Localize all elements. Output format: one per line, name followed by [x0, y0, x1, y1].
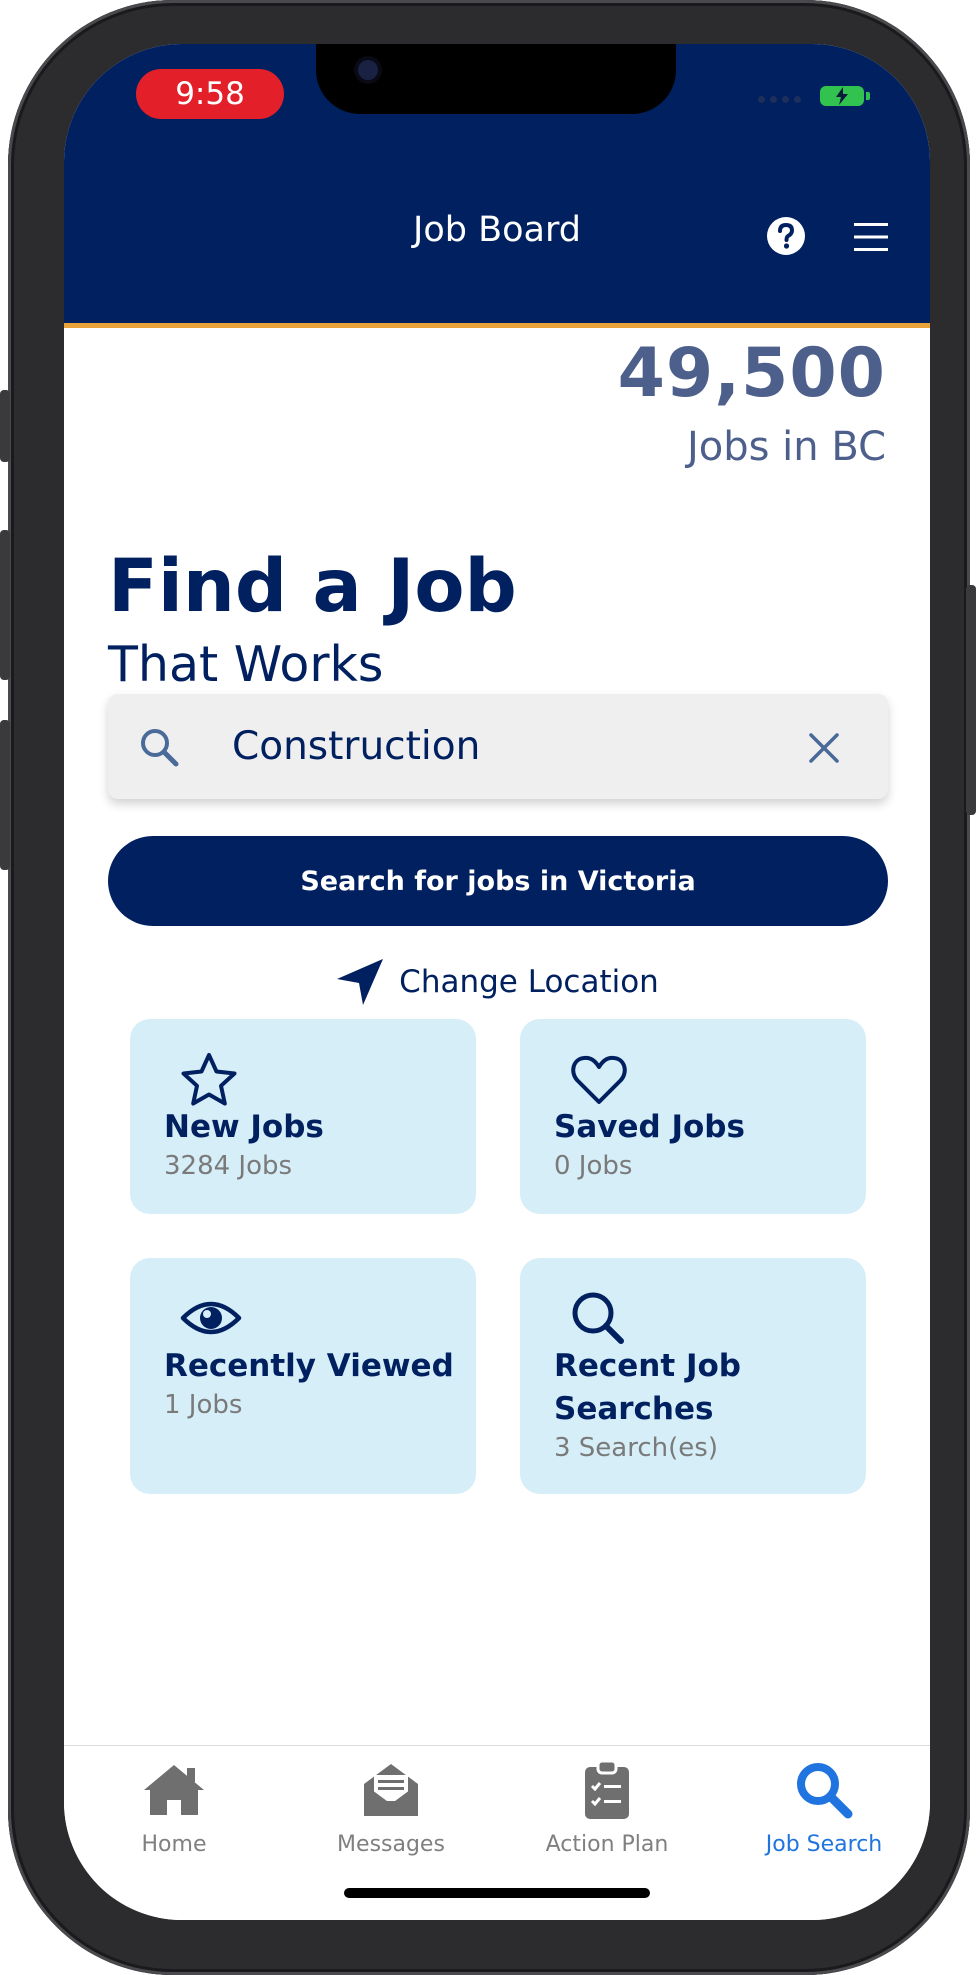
search-jobs-button[interactable]: Search for jobs in Victoria	[108, 836, 888, 926]
change-location-link[interactable]: Change Location	[64, 950, 930, 1014]
envelope-open-icon	[364, 1764, 418, 1816]
tile-saved-jobs[interactable]: Saved Jobs 0 Jobs	[520, 1019, 866, 1214]
tile-new-jobs[interactable]: New Jobs 3284 Jobs	[130, 1019, 476, 1214]
app-screen: 9:58 Job Board 49,500 Jobs in BC Find a …	[64, 44, 930, 1920]
hamburger-menu-icon[interactable]	[852, 221, 890, 253]
search-icon	[572, 1292, 624, 1344]
tab-action-plan[interactable]: Action Plan	[499, 1754, 715, 1857]
home-icon	[144, 1765, 204, 1815]
volume-up-button	[0, 530, 10, 680]
star-icon	[181, 1053, 237, 1106]
app-header: 9:58 Job Board	[64, 44, 930, 328]
tile-title: Recent Job Searches	[554, 1348, 741, 1427]
signal-icon	[758, 96, 801, 103]
tab-label: Action Plan	[545, 1832, 669, 1857]
eye-icon	[180, 1301, 242, 1335]
tile-count: 0 Jobs	[554, 1151, 633, 1181]
tile-title: New Jobs	[164, 1109, 324, 1145]
tab-label: Messages	[337, 1832, 445, 1857]
tile-title: Saved Jobs	[554, 1109, 745, 1145]
help-icon[interactable]	[766, 216, 806, 256]
jobs-count: 49,500	[617, 334, 886, 413]
clipboard-check-icon	[585, 1759, 629, 1819]
tile-count: 1 Jobs	[164, 1390, 243, 1420]
battery-charging-icon	[820, 86, 870, 106]
jobs-count-label: Jobs in BC	[686, 424, 886, 470]
status-time: 9:58	[136, 69, 284, 119]
search-icon	[141, 729, 179, 767]
tile-recently-viewed[interactable]: Recently Viewed 1 Jobs	[130, 1258, 476, 1494]
camera-notch	[316, 44, 676, 114]
mute-switch	[0, 390, 10, 462]
tile-count: 3 Search(es)	[554, 1433, 718, 1463]
search-input-value[interactable]: Construction	[232, 694, 480, 799]
tab-label: Job Search	[765, 1832, 883, 1857]
volume-down-button	[0, 720, 10, 870]
tab-home[interactable]: Home	[66, 1754, 282, 1857]
tile-recent-searches[interactable]: Recent Job Searches 3 Search(es)	[520, 1258, 866, 1494]
front-camera	[358, 60, 378, 80]
tile-title: Recently Viewed	[164, 1348, 454, 1384]
power-button	[966, 585, 976, 815]
hero-title: Find a Job	[108, 544, 517, 629]
change-location-label: Change Location	[399, 964, 659, 1000]
hero-subtitle: That Works	[108, 636, 384, 693]
clear-icon[interactable]	[808, 732, 840, 764]
search-input[interactable]: Construction	[108, 694, 888, 799]
phone-frame: 9:58 Job Board 49,500 Jobs in BC Find a …	[0, 0, 976, 1975]
location-arrow-icon	[337, 959, 384, 1005]
heart-icon	[571, 1055, 627, 1104]
tab-messages[interactable]: Messages	[283, 1754, 499, 1857]
search-icon	[797, 1763, 853, 1819]
tab-label: Home	[141, 1832, 207, 1857]
home-indicator[interactable]	[344, 1888, 650, 1898]
tile-count: 3284 Jobs	[164, 1151, 293, 1181]
tab-job-search[interactable]: Job Search	[716, 1754, 930, 1857]
